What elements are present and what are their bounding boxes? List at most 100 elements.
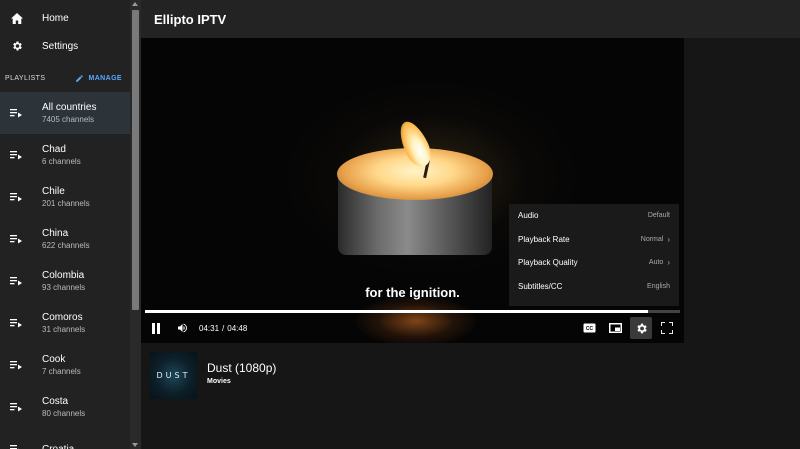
settings-menu-item[interactable]: Playback Rate Normal › — [509, 228, 679, 252]
playlist-item[interactable]: Chad 6 channels — [0, 134, 130, 176]
playlist-count: 80 channels — [42, 409, 86, 418]
settings-item-value-text: Normal — [640, 235, 664, 243]
settings-menu-item[interactable]: Subtitles/CC English — [509, 275, 679, 299]
settings-button[interactable] — [630, 317, 652, 339]
playlist-item[interactable]: Costa 80 channels — [0, 386, 130, 428]
app-title: Ellipto IPTV — [154, 11, 227, 27]
settings-menu-item[interactable]: Audio Default — [509, 204, 679, 228]
playlist-play-icon — [10, 108, 24, 118]
channel-title: Dust (1080p) — [207, 361, 277, 375]
time-separator: / — [222, 323, 225, 333]
now-playing-info: Dust (1080p) Movies — [207, 352, 276, 399]
nav-home[interactable]: Home — [0, 4, 130, 32]
pencil-icon — [76, 74, 84, 82]
channel-category: Movies — [207, 378, 231, 385]
nav-home-label: Home — [42, 12, 69, 24]
playlist-count: 6 channels — [42, 157, 81, 166]
settings-item-value: Auto › — [649, 258, 670, 267]
playlist-name: Costa — [42, 396, 69, 407]
playlist-play-icon — [10, 402, 24, 412]
gear-icon — [636, 323, 647, 333]
playlist-count: 622 channels — [42, 241, 90, 250]
playlist-text: Colombia 93 channels — [42, 269, 85, 293]
playlist-count: 7405 channels — [42, 115, 95, 124]
playlist-name: Colombia — [42, 270, 85, 281]
scroll-down-arrow-icon[interactable] — [132, 443, 138, 447]
nav-settings-label: Settings — [42, 40, 79, 52]
manage-button[interactable]: MANAGE — [75, 74, 122, 83]
pause-button[interactable] — [145, 317, 167, 339]
settings-item-label: Playback Rate — [518, 234, 570, 244]
playlist-count: 201 channels — [42, 199, 90, 208]
playlist-item[interactable]: China 622 channels — [0, 218, 130, 260]
settings-menu-item[interactable]: Playback Quality Auto › — [509, 251, 679, 275]
playlist-play-icon — [10, 234, 24, 244]
video-player[interactable]: for the ignition. Audio Default Playback R… — [141, 38, 684, 343]
playlist-text: Comoros 31 channels — [42, 311, 85, 335]
playlist-text: Cook 7 channels — [42, 353, 81, 377]
playlist-item[interactable]: Cook 7 channels — [0, 344, 130, 386]
playlist-name: Cook — [42, 354, 66, 365]
progress-bar[interactable] — [145, 310, 680, 313]
playlist-item[interactable]: Croatia — [0, 428, 130, 449]
playlist-text: Costa 80 channels — [42, 395, 85, 419]
settings-item-label: Audio — [518, 211, 539, 221]
playlist-text: China 622 channels — [42, 227, 90, 251]
playlist-count: 31 channels — [42, 325, 86, 334]
fullscreen-icon — [661, 322, 673, 334]
sidebar-scrollbar[interactable] — [130, 0, 141, 449]
sidebar: Home Settings PLAYLISTS MANAGE All count… — [0, 0, 130, 449]
volume-button[interactable] — [171, 317, 193, 339]
settings-item-value: Default — [648, 212, 670, 219]
playlist-text: All countries 7405 channels — [42, 101, 96, 125]
playlist-text: Croatia — [42, 443, 74, 449]
playlist-play-icon — [10, 444, 24, 449]
settings-item-value: English — [647, 283, 670, 290]
playlist-name: Chile — [42, 186, 65, 197]
scroll-up-arrow-icon[interactable] — [132, 2, 138, 6]
fullscreen-button[interactable] — [656, 317, 678, 339]
current-time: 04:31 — [199, 323, 220, 333]
volume-icon — [177, 323, 187, 333]
playlists-header: PLAYLISTS MANAGE — [0, 64, 130, 92]
playlist-play-icon — [10, 192, 24, 202]
manage-label: MANAGE — [88, 74, 122, 82]
playlist-name: Comoros — [42, 312, 83, 323]
nav-settings[interactable]: Settings — [0, 32, 130, 60]
playlist-count: 7 channels — [42, 367, 81, 376]
playlist-item[interactable]: Chile 201 channels — [0, 176, 130, 218]
svg-text:CC: CC — [585, 326, 593, 332]
pause-icon — [152, 322, 160, 334]
duration: 04:48 — [227, 323, 248, 333]
playlist-count: 93 channels — [42, 283, 86, 292]
playlist-play-icon — [10, 360, 24, 370]
captions-button[interactable]: CC — [578, 317, 600, 339]
playlist-play-icon — [10, 276, 24, 286]
chevron-right-icon: › — [667, 234, 670, 244]
playlist-name: China — [42, 228, 69, 239]
playlist-list: All countries 7405 channels Chad 6 channels… — [0, 92, 130, 449]
playlist-item[interactable]: All countries 7405 channels — [0, 92, 130, 134]
home-icon — [10, 11, 24, 25]
picture-in-picture-icon — [608, 323, 622, 333]
gear-icon — [10, 39, 24, 53]
playlist-name: Croatia — [42, 443, 75, 449]
playlist-name: Chad — [42, 144, 66, 155]
app-header: Ellipto IPTV — [141, 0, 800, 38]
closed-captions-icon: CC — [583, 323, 595, 333]
player-controls-right: CC — [574, 317, 678, 339]
time-display: 04:31/04:48 — [199, 324, 247, 333]
playlist-item[interactable]: Colombia 93 channels — [0, 260, 130, 302]
picture-in-picture-button[interactable] — [604, 317, 626, 339]
chevron-right-icon: › — [667, 258, 670, 268]
settings-item-label: Subtitles/CC — [518, 281, 563, 291]
player-controls: 04:31/04:48 CC — [141, 315, 684, 341]
settings-item-value-text: Auto — [648, 259, 664, 267]
scroll-thumb[interactable] — [132, 10, 139, 310]
playlist-text: Chad 6 channels — [42, 143, 81, 167]
settings-item-value-text: English — [647, 282, 670, 290]
playlists-label: PLAYLISTS — [5, 74, 46, 82]
playlist-play-icon — [10, 150, 24, 160]
playlist-item[interactable]: Comoros 31 channels — [0, 302, 130, 344]
settings-item-value-text: Default — [647, 212, 670, 220]
